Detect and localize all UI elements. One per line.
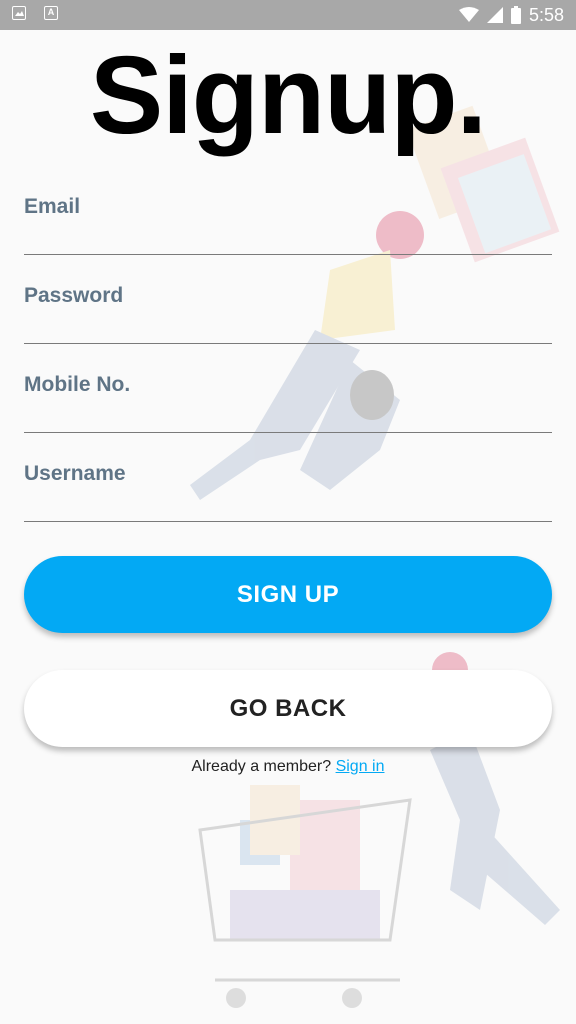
sign-up-button[interactable]: SIGN UP — [24, 556, 552, 633]
password-label: Password — [24, 284, 124, 307]
signal-icon — [486, 7, 503, 23]
text-a-icon: A — [44, 6, 58, 20]
page-title: Signup. — [89, 34, 487, 157]
email-label: Email — [24, 195, 81, 218]
go-back-button[interactable]: GO BACK — [24, 670, 552, 747]
wifi-icon — [458, 7, 479, 22]
member-prompt-text: Already a member? — [191, 758, 336, 775]
username-label: Username — [24, 462, 126, 485]
battery-icon — [510, 6, 521, 24]
status-bar: A 5:58 — [0, 0, 576, 30]
sign-in-link[interactable]: Sign in — [336, 758, 385, 775]
mobile-label: Mobile No. — [24, 373, 131, 396]
mobile-field[interactable]: Mobile No. — [24, 373, 552, 433]
image-icon — [12, 6, 26, 20]
shopping-illustration — [190, 105, 560, 1008]
status-time: 5:58 — [528, 5, 564, 25]
email-field[interactable]: Email — [24, 195, 552, 255]
member-prompt: Already a member? Sign in — [0, 758, 576, 776]
password-field[interactable]: Password — [24, 284, 552, 344]
username-field[interactable]: Username — [24, 462, 552, 522]
